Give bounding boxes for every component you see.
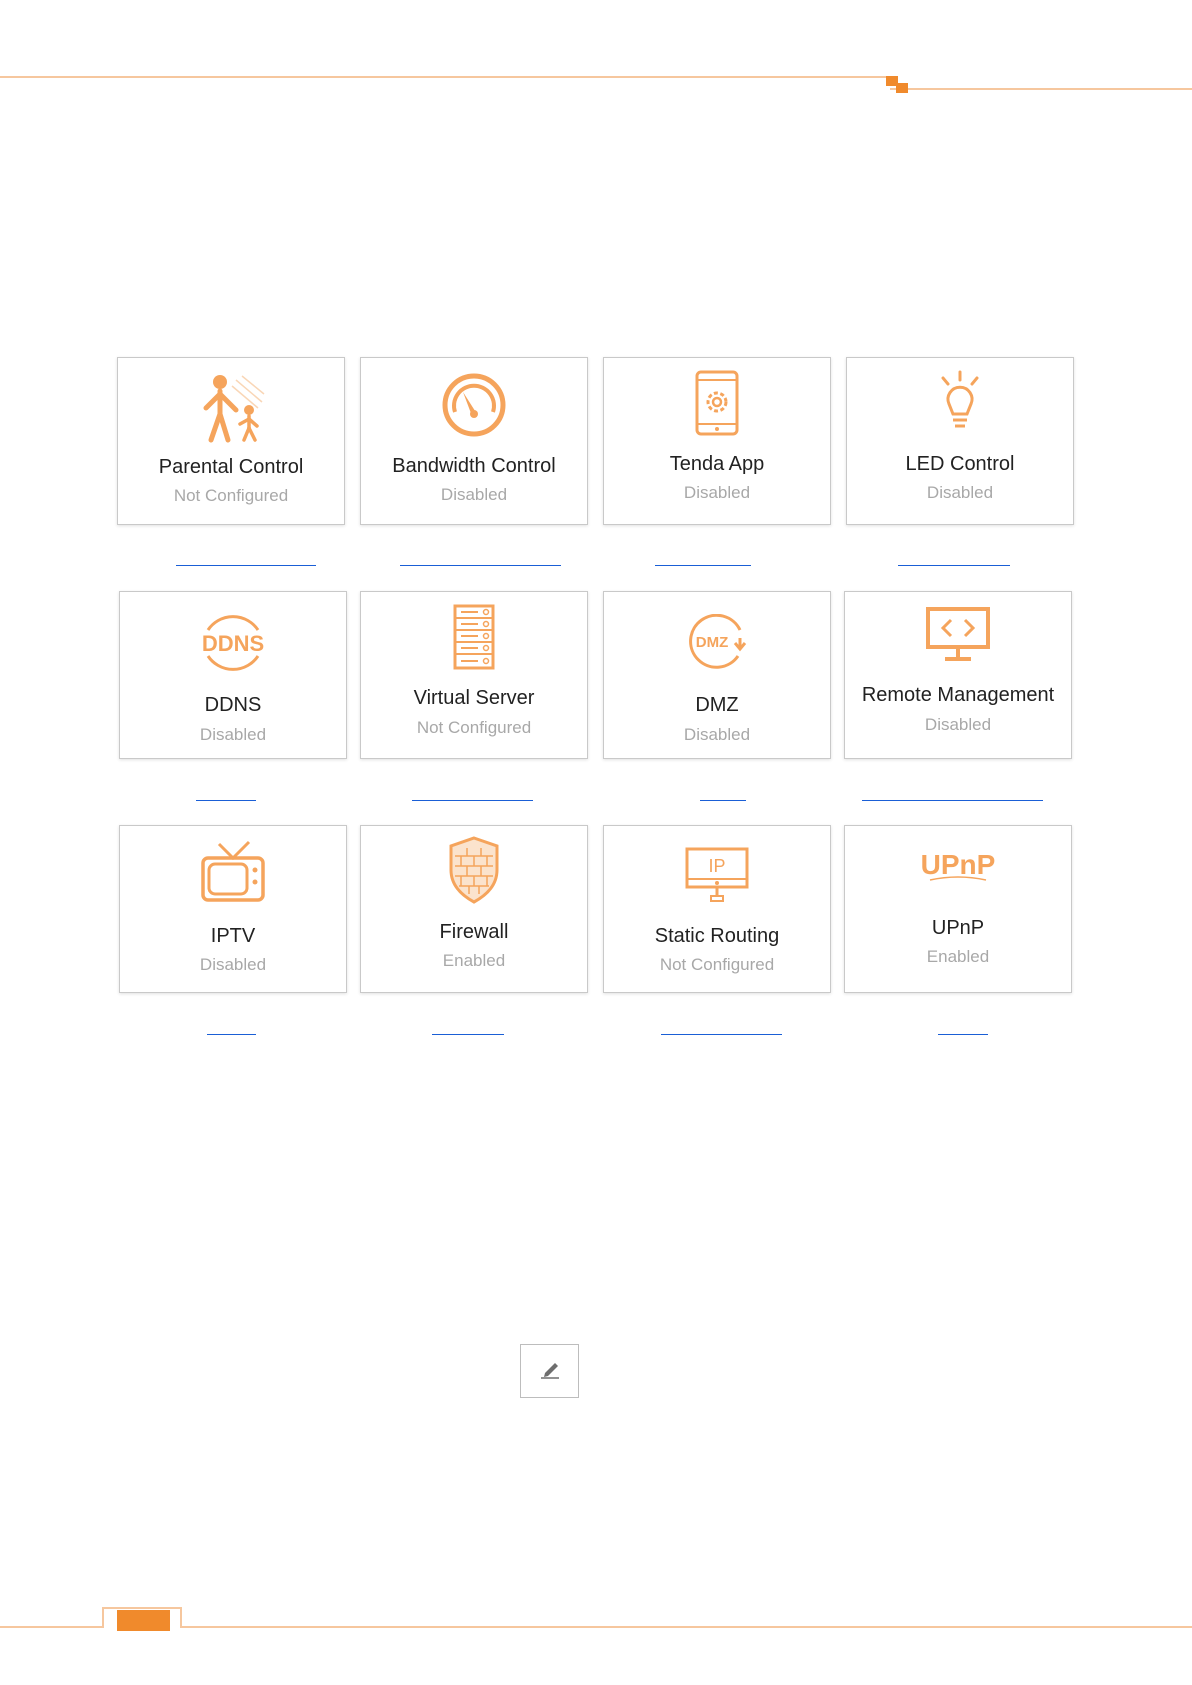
card-status: Not Configured — [659, 955, 775, 974]
ddns-icon: DDNS — [198, 608, 268, 683]
card-status: Enabled — [442, 951, 506, 970]
card-status: Disabled — [683, 725, 751, 744]
card-title: Parental Control — [158, 456, 304, 478]
monitor-ip-icon: IP — [684, 846, 750, 909]
card-status: Disabled — [440, 485, 508, 504]
phone-gear-icon — [694, 370, 740, 441]
card-link[interactable] — [207, 1034, 256, 1035]
svg-text:DMZ: DMZ — [696, 634, 729, 651]
card-upnp[interactable]: UPnP UPnP Enabled — [844, 825, 1072, 993]
footer-rule-right — [180, 1626, 1192, 1628]
tv-icon — [199, 840, 267, 911]
card-status: Disabled — [199, 725, 267, 744]
server-rack-icon — [452, 604, 496, 675]
card-firewall[interactable]: Firewall Enabled — [360, 825, 588, 993]
card-link[interactable] — [655, 565, 751, 566]
header-accent-square-2 — [896, 83, 908, 93]
card-link[interactable] — [176, 565, 316, 566]
card-link[interactable] — [661, 1034, 782, 1035]
dmz-icon: DMZ — [682, 613, 752, 675]
speedometer-icon — [441, 372, 507, 443]
header-rule — [0, 76, 890, 78]
pencil-icon — [538, 1358, 562, 1385]
card-title: IPTV — [210, 925, 256, 947]
upnp-icon: UPnP — [920, 844, 996, 891]
monitor-code-icon — [925, 606, 991, 669]
card-title: LED Control — [905, 453, 1015, 475]
firewall-shield-icon — [447, 836, 501, 909]
card-status: Disabled — [926, 483, 994, 502]
page-number — [117, 1610, 170, 1631]
card-bandwidth-control[interactable]: Bandwidth Control Disabled — [360, 357, 588, 525]
card-title: UPnP — [931, 917, 985, 939]
card-title: Static Routing — [654, 925, 780, 947]
svg-text:UPnP: UPnP — [921, 849, 996, 880]
card-dmz[interactable]: DMZ DMZ Disabled — [603, 591, 831, 759]
lightbulb-icon — [935, 370, 985, 437]
svg-text:DDNS: DDNS — [202, 631, 264, 656]
parental-control-icon — [196, 372, 266, 449]
card-link[interactable] — [938, 1034, 988, 1035]
card-link[interactable] — [412, 800, 533, 801]
card-static-routing[interactable]: IP Static Routing Not Configured — [603, 825, 831, 993]
card-virtual-server[interactable]: Virtual Server Not Configured — [360, 591, 588, 759]
card-tenda-app[interactable]: Tenda App Disabled — [603, 357, 831, 525]
header-rule-right — [890, 88, 1192, 90]
card-parental-control[interactable]: Parental Control Not Configured — [117, 357, 345, 525]
card-title: Firewall — [439, 921, 509, 943]
card-link[interactable] — [700, 800, 746, 801]
card-remote-management[interactable]: Remote Management Disabled — [844, 591, 1072, 759]
card-status: Disabled — [924, 715, 992, 734]
card-title: Bandwidth Control — [392, 455, 556, 477]
card-led-control[interactable]: LED Control Disabled — [846, 357, 1074, 525]
card-link[interactable] — [862, 800, 1043, 801]
card-status: Enabled — [926, 947, 990, 966]
svg-text:IP: IP — [708, 856, 725, 876]
card-iptv[interactable]: IPTV Disabled — [119, 825, 347, 993]
card-status: Disabled — [199, 955, 267, 974]
card-title: Tenda App — [669, 453, 765, 475]
card-link[interactable] — [898, 565, 1010, 566]
edit-button[interactable] — [520, 1344, 579, 1398]
card-title: Virtual Server — [413, 687, 535, 709]
card-link[interactable] — [196, 800, 256, 801]
card-ddns[interactable]: DDNS DDNS Disabled — [119, 591, 347, 759]
card-title: Remote Management — [861, 684, 1055, 706]
card-status: Disabled — [683, 483, 751, 502]
card-title: DDNS — [204, 694, 262, 716]
card-title: DMZ — [695, 694, 739, 716]
card-status: Not Configured — [173, 486, 289, 505]
card-link[interactable] — [432, 1034, 504, 1035]
footer-rule — [0, 1626, 104, 1628]
card-status: Not Configured — [416, 718, 532, 737]
card-link[interactable] — [400, 565, 561, 566]
